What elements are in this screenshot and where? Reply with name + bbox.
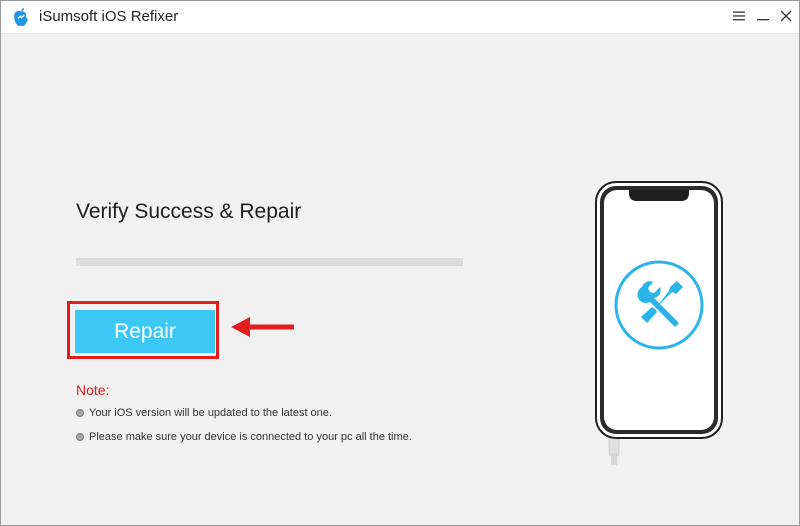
note-text: Please make sure your device is connecte… xyxy=(89,431,412,443)
menu-button[interactable] xyxy=(729,5,749,27)
app-logo-icon xyxy=(14,8,28,27)
close-button[interactable] xyxy=(776,5,796,27)
page-heading: Verify Success & Repair xyxy=(76,200,302,223)
pointer-arrow-icon xyxy=(231,317,294,337)
note-text: Your iOS version will be updated to the … xyxy=(89,407,332,419)
note-item: Your iOS version will be updated to the … xyxy=(76,407,332,419)
title-bar: iSumsoft iOS Refixer xyxy=(1,1,799,34)
menu-icon xyxy=(733,11,745,21)
minimize-icon xyxy=(757,19,769,21)
repair-button[interactable]: Repair xyxy=(75,310,215,353)
minimize-button[interactable] xyxy=(753,5,773,27)
close-icon xyxy=(780,10,792,22)
note-item: Please make sure your device is connecte… xyxy=(76,431,412,443)
app-title: iSumsoft iOS Refixer xyxy=(39,8,179,25)
phone-illustration xyxy=(595,181,723,465)
progress-bar xyxy=(76,258,463,266)
bullet-icon xyxy=(76,433,84,441)
app-window: iSumsoft iOS Refixer Verify Success & Re… xyxy=(0,0,800,526)
note-label: Note: xyxy=(76,382,110,398)
bullet-icon xyxy=(76,409,84,417)
